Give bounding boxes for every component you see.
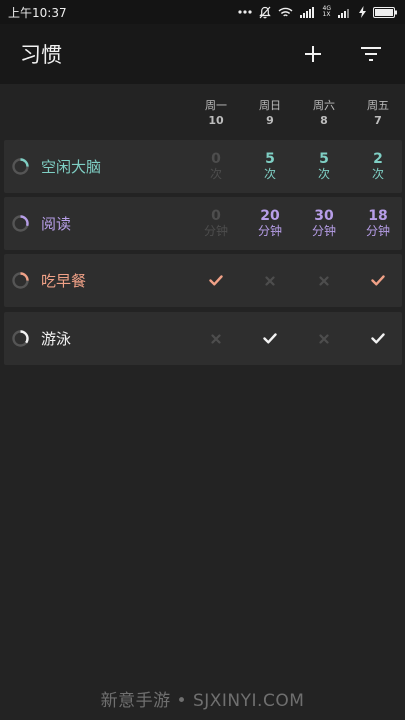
status-bar: 上午10:37 4G 1X [0, 0, 405, 24]
day-column-header: 周六 8 [297, 98, 351, 128]
habit-check-cell[interactable]: 5次 [297, 140, 351, 193]
habit-progress-ring-icon [12, 215, 29, 232]
habit-count-unit: 次 [317, 167, 330, 181]
habit-check-cell[interactable]: 5次 [243, 140, 297, 193]
habit-count-unit: 分钟 [257, 224, 282, 238]
page-title: 习惯 [20, 43, 62, 67]
day-column-header: 周五 7 [351, 98, 405, 128]
day-header: 周一 10 周日 9 周六 8 周五 7 [0, 98, 405, 132]
habit-check-cell[interactable] [297, 254, 351, 307]
status-time: 上午10:37 [8, 5, 67, 20]
checkmark-icon [371, 329, 385, 348]
habit-count-unit: 次 [371, 167, 384, 181]
add-habit-button[interactable] [299, 40, 327, 68]
day-column-header: 周日 9 [243, 98, 297, 128]
habit-count-unit: 次 [263, 167, 276, 181]
checkmark-icon [371, 271, 385, 290]
network-1x-label: 1X [322, 11, 331, 18]
habit-check-cell[interactable] [243, 312, 297, 365]
habit-progress-ring-icon [12, 158, 29, 175]
habit-count-value: 20 [260, 208, 280, 224]
filter-button[interactable] [357, 40, 385, 68]
battery-icon [373, 6, 397, 18]
habit-row[interactable]: 游泳 [4, 312, 402, 365]
cross-icon [319, 271, 329, 290]
day-label: 周五 [367, 99, 389, 112]
cross-icon [265, 271, 275, 290]
habit-check-cell[interactable]: 2次 [351, 140, 405, 193]
habit-count-unit: 分钟 [203, 224, 228, 238]
habit-count-value: 0 [211, 151, 221, 167]
habit-count-value: 2 [373, 151, 383, 167]
cross-icon [319, 329, 329, 348]
day-number: 8 [320, 114, 328, 127]
habit-check-cell[interactable] [351, 254, 405, 307]
habit-count-value: 5 [265, 151, 275, 167]
habit-count-value: 30 [314, 208, 334, 224]
habit-progress-ring-icon [12, 272, 29, 289]
habit-name: 阅读 [41, 215, 72, 233]
day-column-header: 周一 10 [189, 98, 243, 128]
habit-name: 游泳 [41, 330, 72, 348]
habit-count-value: 18 [368, 208, 388, 224]
habit-check-cell[interactable] [297, 312, 351, 365]
habit-check-cell[interactable]: 20 分钟 [243, 197, 297, 250]
charging-icon [359, 6, 366, 18]
day-number: 7 [374, 114, 382, 127]
day-number: 9 [266, 114, 274, 127]
filter-icon [361, 47, 381, 61]
habit-progress-ring-icon [12, 330, 29, 347]
habit-check-cell[interactable]: 0次 [189, 140, 243, 193]
watermark: 新意手游 • SJXINYI.COM [100, 691, 305, 711]
habit-count-value: 0 [211, 208, 221, 224]
checkmark-icon [263, 329, 277, 348]
habit-check-cell[interactable] [351, 312, 405, 365]
habit-count-unit: 次 [209, 167, 222, 181]
habit-check-cell[interactable]: 18 分钟 [351, 197, 405, 250]
cross-icon [211, 329, 221, 348]
habit-row[interactable]: 吃早餐 [4, 254, 402, 307]
habit-check-cell[interactable] [189, 254, 243, 307]
mute-bell-icon [258, 6, 271, 19]
habit-count-value: 5 [319, 151, 329, 167]
checkmark-icon [209, 271, 223, 290]
habit-check-cell[interactable]: 30 分钟 [297, 197, 351, 250]
habit-name: 吃早餐 [41, 272, 87, 290]
habit-name: 空闲大脑 [41, 158, 102, 176]
habit-count-unit: 分钟 [365, 224, 390, 238]
plus-icon [305, 46, 321, 62]
habit-check-cell[interactable] [243, 254, 297, 307]
status-icons: 4G 1X [237, 6, 397, 19]
signal-icon-2 [338, 7, 352, 18]
day-number: 10 [208, 114, 224, 127]
more-dots-icon [237, 10, 252, 14]
habit-row[interactable]: 空闲大脑 0 次 5 次 5 次 2 次 [4, 140, 402, 193]
wifi-icon [278, 7, 293, 18]
day-label: 周六 [313, 99, 335, 112]
habit-row[interactable]: 阅读 0 分钟 20 分钟 30 分钟 18 分钟 [4, 197, 402, 250]
network-type: 4G 1X [323, 6, 331, 18]
habit-count-unit: 分钟 [311, 224, 336, 238]
day-label: 周一 [205, 99, 227, 112]
signal-icon [299, 6, 316, 18]
day-label: 周日 [259, 99, 281, 112]
habit-check-cell[interactable]: 0 分钟 [189, 197, 243, 250]
habit-check-cell[interactable] [189, 312, 243, 365]
app-bar: 习惯 [0, 24, 405, 84]
